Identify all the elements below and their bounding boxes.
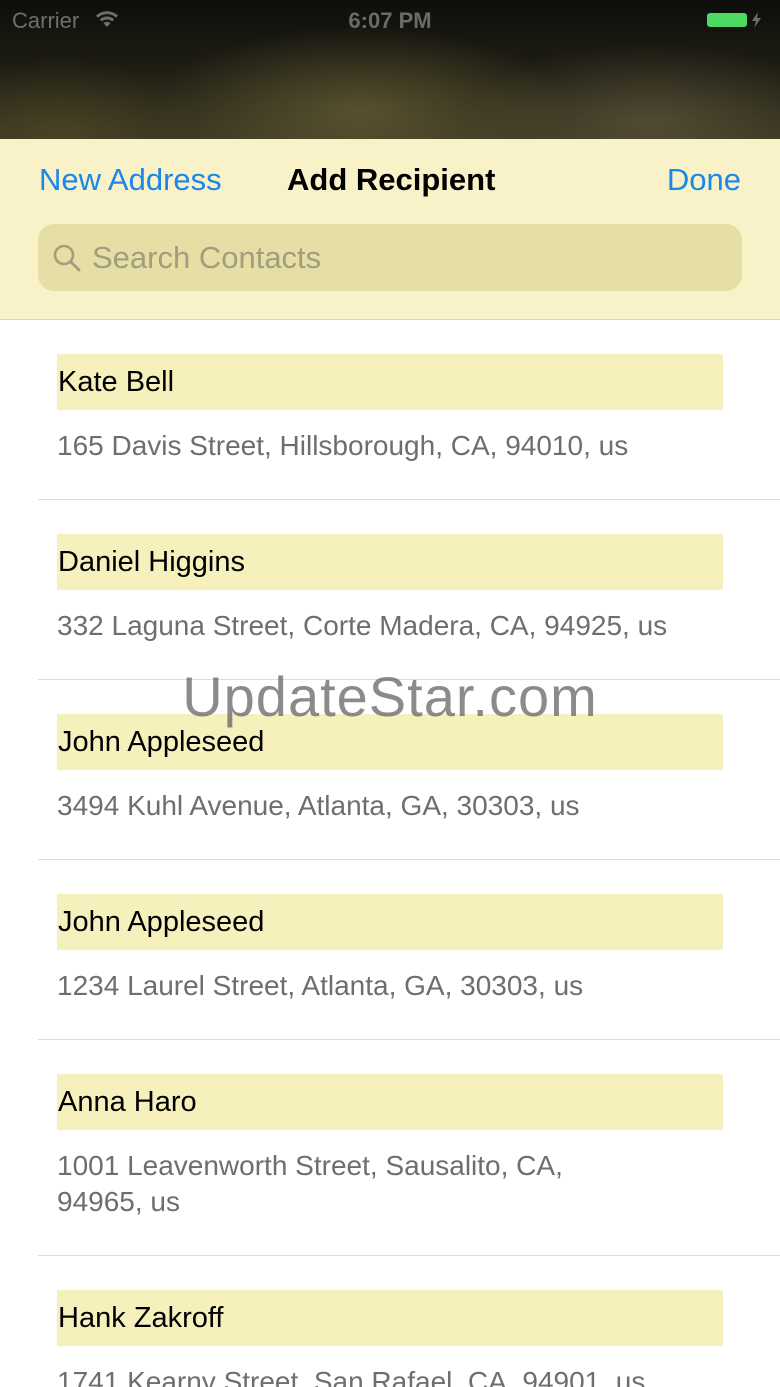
contact-name: Anna Haro xyxy=(57,1074,723,1130)
contact-address: 332 Laguna Street, Corte Madera, CA, 949… xyxy=(57,610,668,641)
contact-name: Hank Zakroff xyxy=(57,1290,723,1346)
contact-list[interactable]: Kate Bell 165 Davis Street, Hillsborough… xyxy=(0,320,780,1387)
list-item[interactable]: Kate Bell 165 Davis Street, Hillsborough… xyxy=(0,320,780,500)
new-address-button[interactable]: New Address xyxy=(39,162,222,198)
contact-address: 1001 Leavenworth Street, Sausalito, CA, … xyxy=(57,1150,563,1217)
contact-name: John Appleseed xyxy=(57,894,723,950)
sheet-header: New Address Add Recipient Done xyxy=(0,139,780,320)
battery-icon xyxy=(707,12,761,28)
search-bar[interactable] xyxy=(38,224,742,291)
list-item[interactable]: John Appleseed 3494 Kuhl Avenue, Atlanta… xyxy=(0,680,780,860)
list-item[interactable]: Hank Zakroff 1741 Kearny Street, San Raf… xyxy=(0,1256,780,1387)
list-item[interactable]: Anna Haro 1001 Leavenworth Street, Sausa… xyxy=(0,1040,780,1256)
contact-address: 3494 Kuhl Avenue, Atlanta, GA, 30303, us xyxy=(57,790,580,821)
status-bar: Carrier 6:07 PM xyxy=(0,0,780,40)
page-title: Add Recipient xyxy=(287,162,496,197)
contact-address: 1234 Laurel Street, Atlanta, GA, 30303, … xyxy=(57,970,584,1001)
contact-name: John Appleseed xyxy=(57,714,723,770)
search-icon xyxy=(53,244,81,272)
list-item[interactable]: John Appleseed 1234 Laurel Street, Atlan… xyxy=(0,860,780,1040)
search-input[interactable] xyxy=(92,224,722,291)
contact-name: Kate Bell xyxy=(57,354,723,410)
status-time: 6:07 PM xyxy=(348,8,432,33)
contact-address: 165 Davis Street, Hillsborough, CA, 9401… xyxy=(57,430,629,461)
done-button[interactable]: Done xyxy=(667,162,741,198)
list-item[interactable]: Daniel Higgins 332 Laguna Street, Corte … xyxy=(0,500,780,680)
contact-name: Daniel Higgins xyxy=(57,534,723,590)
contact-address: 1741 Kearny Street, San Rafael, CA, 9490… xyxy=(57,1366,646,1387)
